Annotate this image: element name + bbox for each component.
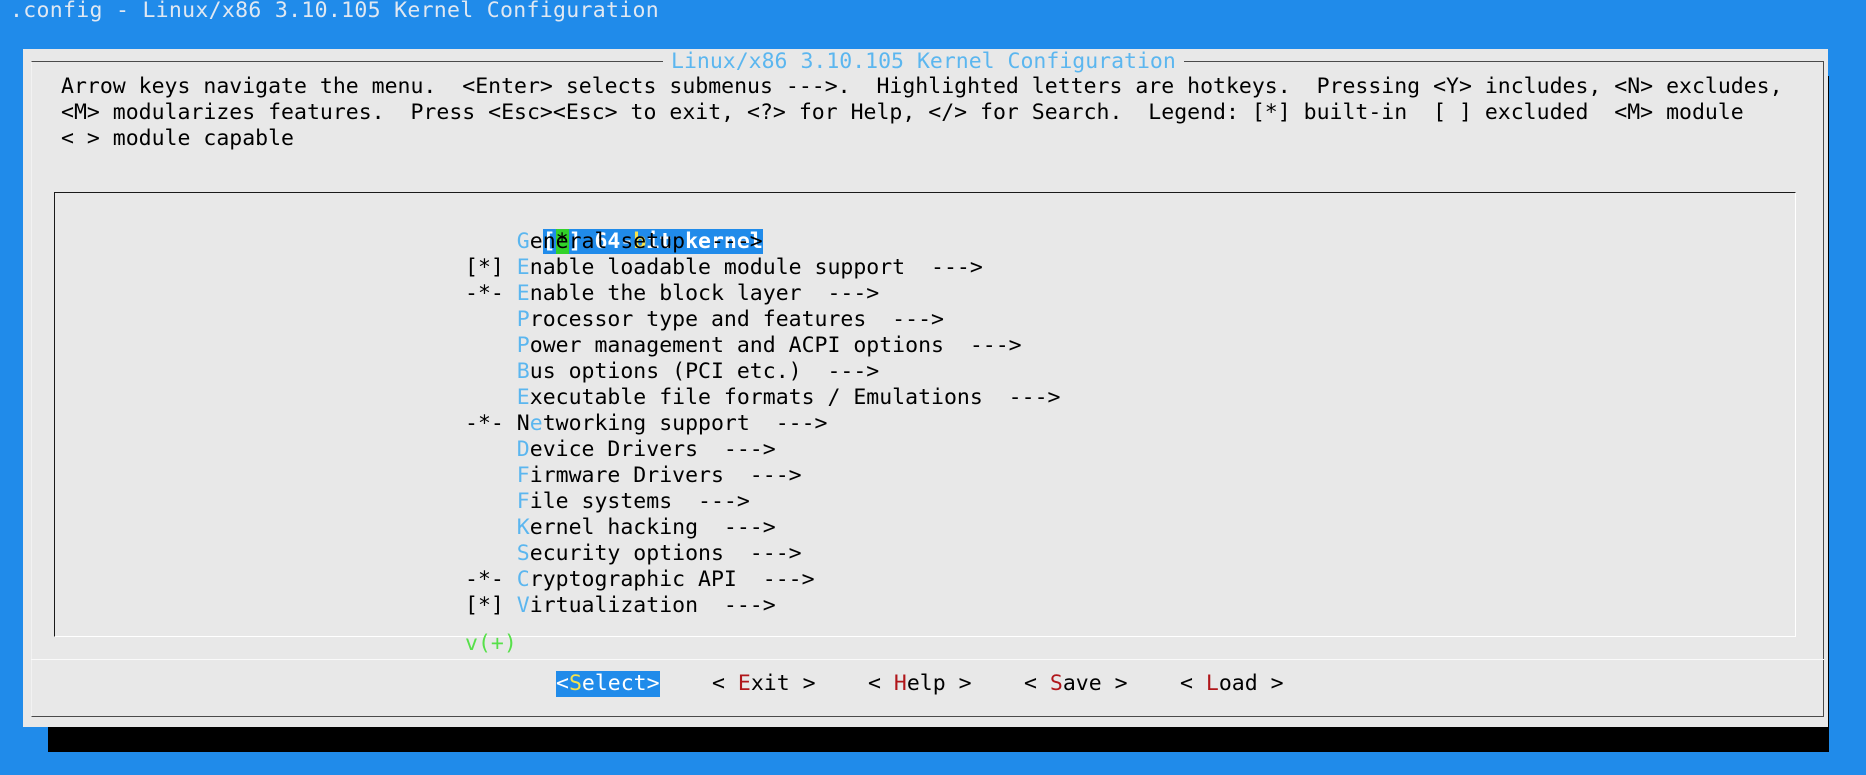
menu-item-prefix: -*- <box>465 281 504 306</box>
menu-item-label: us options (PCI etc.) ---> <box>529 359 880 384</box>
menu-item-label: ryptographic API ---> <box>529 567 815 592</box>
menu-item-hotkey: e <box>529 411 543 436</box>
menu-item-prefix: [*] <box>465 593 504 618</box>
scroll-more-indicator: v(+) <box>465 631 517 656</box>
menu-item-hotkey: C <box>516 567 530 592</box>
menu-item-label: evice Drivers ---> <box>529 437 776 462</box>
menu-item-hotkey: V <box>516 593 530 618</box>
menu-item-hotkey: G <box>516 229 530 254</box>
menu-item-power-management[interactable]: Power management and ACPI options ---> <box>465 333 1022 359</box>
menu-item-label: nable the block layer ---> <box>529 281 880 306</box>
terminal-screen: .config - Linux/x86 3.10.105 Kernel Conf… <box>0 0 1866 775</box>
button-label: elect <box>581 671 647 696</box>
menu-item-label: xecutable file formats / Emulations ---> <box>529 385 1061 410</box>
menu-item-label: irmware Drivers ---> <box>529 463 802 488</box>
exit-button[interactable]: < Exit > <box>712 671 816 697</box>
menu-item-executable-formats[interactable]: Executable file formats / Emulations ---… <box>465 385 1061 411</box>
menu-item-security-options[interactable]: Security options ---> <box>465 541 802 567</box>
menu-item-firmware-drivers[interactable]: Firmware Drivers ---> <box>465 463 802 489</box>
menu-item-prefix <box>465 229 504 254</box>
dialog-title: Linux/x86 3.10.105 Kernel Configuration <box>663 49 1184 75</box>
menu-item-hotkey: E <box>516 255 530 280</box>
button-label: ave <box>1062 671 1102 696</box>
menu-item-cryptographic-api[interactable]: -*- Cryptographic API ---> <box>465 567 815 593</box>
help-button[interactable]: < Help > <box>868 671 972 697</box>
menu-item-label: nable loadable module support ---> <box>529 255 983 280</box>
menu-item-prefix <box>465 463 504 488</box>
button-divider <box>31 659 1824 660</box>
button-bracket: < <box>712 671 738 696</box>
kernel-config-dialog: Linux/x86 3.10.105 Kernel Configuration … <box>23 49 1828 727</box>
menu-item-processor-type[interactable]: Processor type and features ---> <box>465 307 944 333</box>
button-bracket: < <box>1180 671 1206 696</box>
menu-item-hotkey: E <box>516 281 530 306</box>
button-bracket: < <box>556 671 569 696</box>
save-button[interactable]: < Save > <box>1024 671 1128 697</box>
load-button[interactable]: < Load > <box>1180 671 1284 697</box>
button-hotkey: S <box>568 671 582 696</box>
menu-item-prefix <box>465 489 504 514</box>
button-bracket: > <box>1101 671 1128 696</box>
menu-item-label: ower management and ACPI options ---> <box>529 333 1022 358</box>
menu-item-prefix <box>465 515 504 540</box>
button-hotkey: S <box>1049 671 1063 696</box>
button-label: oad <box>1218 671 1258 696</box>
menu-item-label: eneral setup ---> <box>529 229 763 254</box>
menu-item-label: ecurity options ---> <box>529 541 802 566</box>
button-bracket: > <box>1257 671 1284 696</box>
menu-item-file-systems[interactable]: File systems ---> <box>465 489 750 515</box>
menu-item-prefix: [*] <box>465 255 504 280</box>
menu-item-hotkey: E <box>516 385 530 410</box>
menu-item-prefix <box>465 333 504 358</box>
button-hotkey: H <box>893 671 907 696</box>
menu-item-bus-options[interactable]: Bus options (PCI etc.) ---> <box>465 359 879 385</box>
menu-item-hotkey: K <box>516 515 530 540</box>
menu-item-label: rocessor type and features ---> <box>529 307 944 332</box>
help-text: Arrow keys navigate the menu. <Enter> se… <box>61 74 1783 152</box>
menu-item-hotkey: P <box>516 333 530 358</box>
menu-item-prefix <box>465 541 504 566</box>
menu-item-label: tworking support ---> <box>542 411 828 436</box>
window-title: .config - Linux/x86 3.10.105 Kernel Conf… <box>10 0 659 23</box>
button-bracket: < <box>868 671 894 696</box>
menu-item-hotkey: F <box>516 489 530 514</box>
button-hotkey: E <box>737 671 751 696</box>
menu-item-hotkey: F <box>516 463 530 488</box>
button-label: xit <box>750 671 790 696</box>
button-hotkey: L <box>1205 671 1219 696</box>
menu-item-kernel-hacking[interactable]: Kernel hacking ---> <box>465 515 776 541</box>
menu-item-device-drivers[interactable]: Device Drivers ---> <box>465 437 776 463</box>
menu-item-block-layer[interactable]: -*- Enable the block layer ---> <box>465 281 879 307</box>
select-button[interactable]: <Select> <box>556 671 660 697</box>
menu-item-prefix <box>465 437 504 462</box>
menu-item-prefix: -*- <box>465 411 504 436</box>
button-bracket: > <box>945 671 972 696</box>
menu-item-label: ile systems ---> <box>529 489 750 514</box>
menu-item-hotkey: D <box>516 437 530 462</box>
menu-item-hotkey: P <box>516 307 530 332</box>
menu-item-general-setup[interactable]: General setup ---> <box>465 229 763 255</box>
button-label: elp <box>906 671 946 696</box>
menu-item-prefix <box>465 307 504 332</box>
help-line: Arrow keys navigate the menu. <Enter> se… <box>61 74 1783 99</box>
menu-item-hotkey: S <box>516 541 530 566</box>
button-bracket: < <box>1024 671 1050 696</box>
help-line: <M> modularizes features. Press <Esc><Es… <box>61 100 1744 125</box>
button-bracket: > <box>646 671 660 696</box>
button-bracket: > <box>789 671 816 696</box>
menu-item-networking-support[interactable]: -*- Networking support ---> <box>465 411 827 437</box>
menu-item-loadable-module-support[interactable]: [*] Enable loadable module support ---> <box>465 255 983 281</box>
menu-item-label-pre: N <box>516 411 530 436</box>
menu-item-prefix: -*- <box>465 567 504 592</box>
menu-item-virtualization[interactable]: [*] Virtualization ---> <box>465 593 776 619</box>
button-bar: <Select> < Exit > < Help > < Save > < Lo… <box>23 671 1828 699</box>
menu-item-label: irtualization ---> <box>529 593 776 618</box>
menu-item-prefix <box>465 385 504 410</box>
menu-item-label: ernel hacking ---> <box>529 515 776 540</box>
help-line: < > module capable <box>61 126 294 151</box>
menu-item-hotkey: B <box>516 359 530 384</box>
menu-item-prefix <box>465 359 504 384</box>
